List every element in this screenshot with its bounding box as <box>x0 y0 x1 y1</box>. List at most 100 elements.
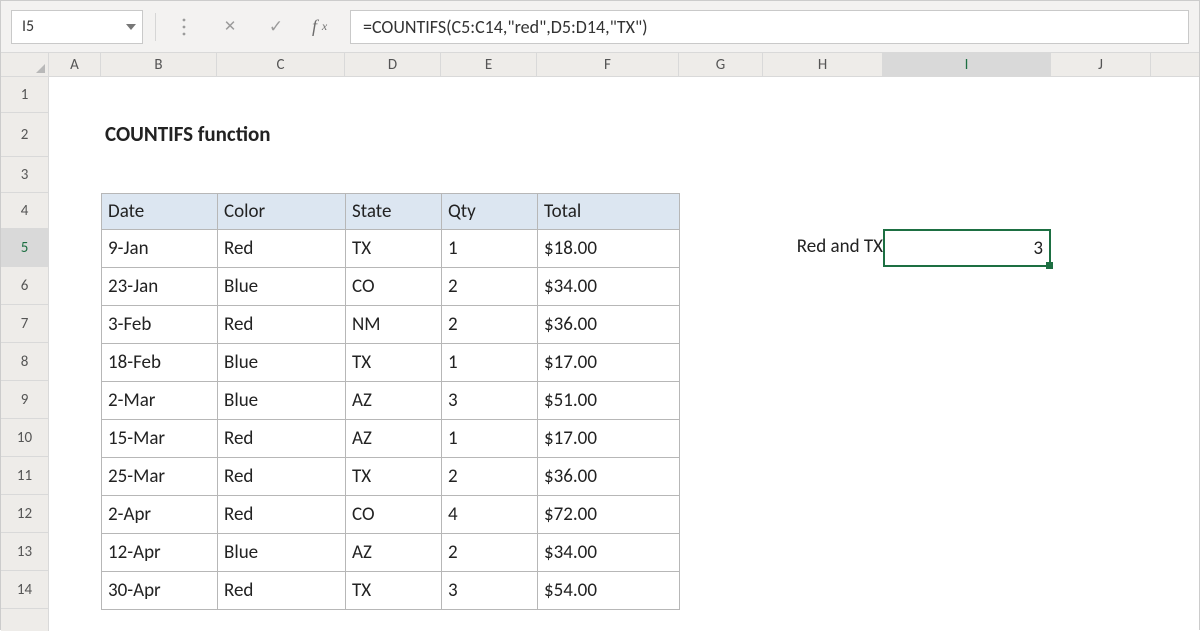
table-cell[interactable]: Red <box>218 306 346 344</box>
fx-icon[interactable]: fx <box>312 17 332 37</box>
table-row[interactable]: 18-FebBlueTX1$17.00 <box>102 344 680 382</box>
table-cell[interactable]: Blue <box>218 268 346 306</box>
table-header-cell[interactable]: Qty <box>442 194 538 230</box>
col-header-C[interactable]: C <box>217 53 345 76</box>
table-cell[interactable]: Red <box>218 496 346 534</box>
table-row[interactable]: 9-JanRedTX1$18.00 <box>102 230 680 268</box>
table-cell[interactable]: TX <box>346 344 442 382</box>
table-cell[interactable]: $34.00 <box>538 268 680 306</box>
table-row[interactable]: 2-MarBlueAZ3$51.00 <box>102 382 680 420</box>
formula-bar-buttons: fx <box>168 17 338 37</box>
table-cell[interactable]: $36.00 <box>538 458 680 496</box>
table-cell[interactable]: $17.00 <box>538 420 680 458</box>
table-cell[interactable]: $17.00 <box>538 344 680 382</box>
table-cell[interactable]: TX <box>346 458 442 496</box>
row-header-6[interactable]: 6 <box>1 267 48 305</box>
table-cell[interactable]: 23-Jan <box>102 268 218 306</box>
table-cell[interactable]: AZ <box>346 420 442 458</box>
table-cell[interactable]: 30-Apr <box>102 572 218 610</box>
table-cell[interactable]: $54.00 <box>538 572 680 610</box>
table-cell[interactable]: CO <box>346 268 442 306</box>
table-cell[interactable]: Red <box>218 420 346 458</box>
table-cell[interactable]: 3 <box>442 572 538 610</box>
table-cell[interactable]: Red <box>218 572 346 610</box>
table-cell[interactable]: TX <box>346 572 442 610</box>
table-cell[interactable]: 4 <box>442 496 538 534</box>
table-row[interactable]: 30-AprRedTX3$54.00 <box>102 572 680 610</box>
table-header-cell[interactable]: Total <box>538 194 680 230</box>
table-cell[interactable]: 12-Apr <box>102 534 218 572</box>
table-cell[interactable]: 2 <box>442 306 538 344</box>
table-cell[interactable]: 2 <box>442 534 538 572</box>
col-header-D[interactable]: D <box>345 53 441 76</box>
table-cell[interactable]: $36.00 <box>538 306 680 344</box>
table-cell[interactable]: Blue <box>218 344 346 382</box>
col-header-J[interactable]: J <box>1051 53 1151 76</box>
row-header-5[interactable]: 5 <box>1 229 48 267</box>
vertical-dots-icon[interactable] <box>174 17 194 37</box>
check-icon[interactable] <box>266 17 286 37</box>
table-cell[interactable]: 2 <box>442 458 538 496</box>
table-header-cell[interactable]: Date <box>102 194 218 230</box>
table-cell[interactable]: Blue <box>218 534 346 572</box>
table-cell[interactable]: TX <box>346 230 442 268</box>
col-header-H[interactable]: H <box>763 53 883 76</box>
table-row[interactable]: 25-MarRedTX2$36.00 <box>102 458 680 496</box>
table-cell[interactable]: Red <box>218 458 346 496</box>
col-header-I[interactable]: I <box>883 53 1051 76</box>
col-header-G[interactable]: G <box>679 53 763 76</box>
select-all-corner[interactable] <box>1 53 49 76</box>
row-header-2[interactable]: 2 <box>1 113 48 157</box>
table-cell[interactable]: 1 <box>442 344 538 382</box>
row-header-1[interactable]: 1 <box>1 77 48 113</box>
cells-area[interactable]: COUNTIFS function DateColorStateQtyTotal… <box>49 77 1199 631</box>
table-cell[interactable]: 3 <box>442 382 538 420</box>
table-cell[interactable]: AZ <box>346 382 442 420</box>
row-header-11[interactable]: 11 <box>1 457 48 495</box>
table-cell[interactable]: 2-Apr <box>102 496 218 534</box>
table-cell[interactable]: AZ <box>346 534 442 572</box>
table-cell[interactable]: CO <box>346 496 442 534</box>
cancel-icon[interactable] <box>220 17 240 37</box>
table-cell[interactable]: Red <box>218 230 346 268</box>
row-header-3[interactable]: 3 <box>1 157 48 193</box>
table-row[interactable]: 2-AprRedCO4$72.00 <box>102 496 680 534</box>
table-row[interactable]: 3-FebRedNM2$36.00 <box>102 306 680 344</box>
table-row[interactable]: 12-AprBlueAZ2$34.00 <box>102 534 680 572</box>
col-header-A[interactable]: A <box>49 53 101 76</box>
active-cell[interactable]: 3 <box>883 229 1051 267</box>
col-header-B[interactable]: B <box>101 53 217 76</box>
table-cell[interactable]: 15-Mar <box>102 420 218 458</box>
name-box[interactable]: I5 <box>11 10 143 44</box>
table-cell[interactable]: 2 <box>442 268 538 306</box>
row-header-14[interactable]: 14 <box>1 571 48 609</box>
table-row[interactable]: 15-MarRedAZ1$17.00 <box>102 420 680 458</box>
formula-input[interactable]: =COUNTIFS(C5:C14,"red",D5:D14,"TX") <box>350 10 1189 44</box>
table-cell[interactable]: 18-Feb <box>102 344 218 382</box>
table-cell[interactable]: 1 <box>442 230 538 268</box>
table-header-cell[interactable]: State <box>346 194 442 230</box>
table-cell[interactable]: NM <box>346 306 442 344</box>
row-header-13[interactable]: 13 <box>1 533 48 571</box>
table-header-cell[interactable]: Color <box>218 194 346 230</box>
row-header-9[interactable]: 9 <box>1 381 48 419</box>
table-cell[interactable]: 2-Mar <box>102 382 218 420</box>
table-cell[interactable]: Blue <box>218 382 346 420</box>
dropdown-icon[interactable] <box>126 24 136 30</box>
table-row[interactable]: 23-JanBlueCO2$34.00 <box>102 268 680 306</box>
table-cell[interactable]: 25-Mar <box>102 458 218 496</box>
table-cell[interactable]: $34.00 <box>538 534 680 572</box>
col-header-F[interactable]: F <box>537 53 679 76</box>
table-cell[interactable]: $18.00 <box>538 230 680 268</box>
row-header-7[interactable]: 7 <box>1 305 48 343</box>
table-cell[interactable]: 3-Feb <box>102 306 218 344</box>
row-header-4[interactable]: 4 <box>1 193 48 229</box>
table-cell[interactable]: $72.00 <box>538 496 680 534</box>
table-cell[interactable]: 9-Jan <box>102 230 218 268</box>
row-header-10[interactable]: 10 <box>1 419 48 457</box>
table-cell[interactable]: 1 <box>442 420 538 458</box>
row-header-8[interactable]: 8 <box>1 343 48 381</box>
row-header-12[interactable]: 12 <box>1 495 48 533</box>
col-header-E[interactable]: E <box>441 53 537 76</box>
table-cell[interactable]: $51.00 <box>538 382 680 420</box>
